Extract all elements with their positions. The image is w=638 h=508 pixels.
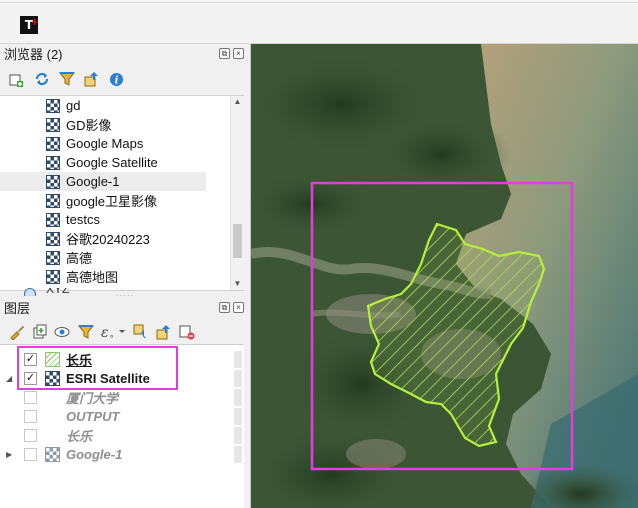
close-panel-icon[interactable]: × [233,302,244,313]
list-item-label: gd [66,98,81,113]
layer-name: 长乐 [66,429,93,444]
satellite-map[interactable] [251,44,638,508]
add-group-icon[interactable] [31,324,48,341]
expand-arrow-icon[interactable]: ◢ [6,374,12,383]
row-indicator [234,446,242,463]
list-item-label: testcs [66,212,100,227]
list-item[interactable]: gd [0,96,230,115]
list-item-label: 高德 [66,251,93,266]
raster-tile-icon [46,174,60,189]
list-item[interactable]: 谷歌20240223 [0,229,230,248]
raster-tile-icon [46,250,60,265]
list-item-selected[interactable]: Google-1 [0,172,206,191]
row-indicator [234,389,242,406]
refresh-icon[interactable] [33,71,50,88]
browser-scrollbar[interactable]: ▲ ▼ [230,96,244,290]
layer-visibility-checkbox[interactable] [24,429,37,442]
raster-tile-icon [46,269,60,284]
list-item[interactable]: 高德地图 [0,267,230,286]
annotation-highlight-box [17,346,178,390]
list-item-label: GD影像 [66,118,112,133]
expression-icon[interactable]: ε ∘ [100,324,126,341]
style-brush-icon[interactable] [8,324,25,341]
float-panel-icon[interactable]: ⧉ [219,48,230,59]
layers-toolbar: ε ∘ [0,320,250,344]
list-item[interactable]: 高德 [0,248,230,267]
list-item[interactable]: google卫星影像 [0,191,230,210]
layer-row[interactable]: OUTPUT [0,407,244,426]
close-panel-icon[interactable]: × [233,48,244,59]
raster-tile-icon [45,447,60,462]
layers-title-text: 图层 [4,301,31,316]
layer-visibility-checkbox[interactable] [24,410,37,423]
list-item[interactable]: GD影像 [0,115,230,134]
list-item[interactable]: Google Maps [0,134,230,153]
raster-tile-icon [46,98,60,113]
row-indicator [234,408,242,425]
collapse-icon[interactable] [83,71,100,88]
raster-tile-icon [46,117,60,132]
list-item-label: 高德地图 [66,270,119,285]
list-item-label: Google Satellite [66,155,158,170]
float-panel-icon[interactable]: ⧉ [219,302,230,313]
raster-tile-icon [46,193,60,208]
expand-all-icon[interactable] [132,324,149,341]
scroll-thumb[interactable] [233,224,242,258]
raster-tile-icon [46,155,60,170]
app-logo-icon[interactable]: T + [20,16,39,34]
svg-text:i: i [115,75,119,86]
browser-title-text: 浏览器 (2) [4,47,63,62]
layer-row[interactable]: ▶ Google-1 [0,445,244,464]
row-indicator [234,370,242,387]
browser-dock-controls: ⧉ × [219,48,244,59]
filter-icon[interactable] [58,71,75,88]
collapse-all-icon[interactable] [155,324,172,341]
toolbar-divider [0,2,638,3]
layers-dock-controls: ⧉ × [219,302,244,313]
filter-icon[interactable] [77,324,94,341]
layer-name: Google-1 [66,447,123,462]
remove-layer-icon[interactable] [178,324,195,341]
eye-icon[interactable] [54,324,71,341]
row-indicator [234,427,242,444]
list-item[interactable]: testcs [0,210,230,229]
list-item-label: google卫星影像 [66,194,158,209]
row-indicator [234,351,242,368]
layer-visibility-checkbox[interactable] [24,448,37,461]
layer-row[interactable]: 长乐 [0,426,244,445]
svg-text:∘: ∘ [109,332,114,340]
main-toolbar: T + [0,0,638,44]
layer-name: 厦门大学 [66,391,119,406]
layers-panel-title: 图层 ⧉ × [0,299,250,319]
list-item[interactable]: Google Satellite [0,153,230,172]
browser-toolbar: i [0,67,250,91]
scroll-up-icon[interactable]: ▲ [231,96,244,108]
info-icon[interactable]: i [108,71,125,88]
expand-arrow-icon[interactable]: ▶ [6,450,12,459]
browser-tree[interactable]: gd GD影像 Google Maps Google Satellite Goo… [0,95,244,291]
logo-plus: + [30,17,39,28]
list-item-label: Google Maps [66,136,144,151]
list-item-label: 谷歌20240223 [66,232,150,247]
layer-name: OUTPUT [66,409,120,424]
layer-visibility-checkbox[interactable] [24,391,37,404]
browser-panel-title: 浏览器 (2) ⧉ × [0,45,250,65]
add-icon[interactable] [8,71,25,88]
list-item-label: Google-1 [66,174,120,189]
layer-row[interactable]: 厦门大学 [0,388,244,407]
raster-tile-icon [46,231,60,246]
map-canvas[interactable] [250,44,638,508]
svg-text:ε: ε [101,325,109,340]
raster-tile-icon [46,136,60,151]
raster-tile-icon [46,212,60,227]
